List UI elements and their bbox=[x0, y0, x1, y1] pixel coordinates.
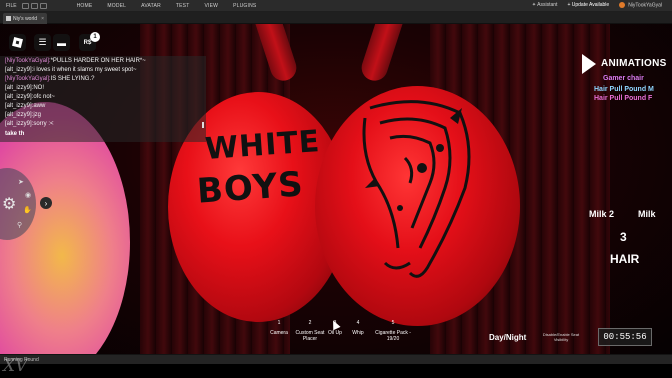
three-button[interactable]: 3 bbox=[620, 230, 627, 244]
menu-view[interactable]: VIEW bbox=[204, 3, 218, 9]
chat-icon: ▬ bbox=[57, 37, 66, 48]
chat-message: [alt_izzy9]:NO! bbox=[5, 85, 44, 91]
assistant-button[interactable]: Assistant bbox=[532, 2, 557, 8]
play-icon[interactable] bbox=[582, 54, 596, 74]
watermark-logo: XV bbox=[3, 356, 28, 376]
user-menu[interactable]: NiyTookYaGyal bbox=[619, 2, 662, 9]
chat-scrollbar[interactable] bbox=[202, 122, 204, 128]
hotbar-slot-whip[interactable]: 4 Whip bbox=[343, 320, 373, 336]
milk-button[interactable]: Milk bbox=[638, 209, 656, 219]
hotbar-slot-cigarette-pack[interactable]: 5 Cigarette Pack - 19/20 bbox=[370, 320, 416, 342]
decal-text-line2: BOYS bbox=[195, 164, 305, 212]
animation-item-gamer-chair[interactable]: Gamer chair bbox=[603, 75, 644, 82]
chat-text: [alt_izzy9]:i loves it when it slams my … bbox=[5, 67, 137, 73]
chat-message: [alt_izzy9]:aww bbox=[5, 103, 45, 109]
animations-title[interactable]: ANIMATIONS bbox=[601, 58, 667, 69]
menu-model[interactable]: MODEL bbox=[107, 3, 126, 9]
roblox-logo-icon bbox=[12, 37, 23, 48]
menu-button[interactable]: ☰ bbox=[34, 34, 51, 51]
day-night-button[interactable]: Day/Night bbox=[489, 333, 526, 342]
tab-title: Niy's world bbox=[13, 15, 38, 22]
chat-message: [NiyTookYaGyal]:*PULLS HARDER ON HER HAI… bbox=[5, 58, 146, 64]
chat-toggle-button[interactable]: ▬ bbox=[53, 34, 70, 51]
slot-number: 5 bbox=[391, 320, 395, 326]
menu-test[interactable]: TEST bbox=[176, 3, 190, 9]
gear-icon[interactable]: ⚙ bbox=[2, 194, 16, 214]
hair-button[interactable]: HAIR bbox=[610, 252, 639, 266]
user-name: NiyTookYaGyal bbox=[628, 2, 662, 9]
session-timer: 00:55:56 bbox=[598, 328, 652, 346]
chat-message: [alt_izzy9]:jzg bbox=[5, 112, 41, 118]
menu-avatar[interactable]: AVATAR bbox=[141, 3, 161, 9]
quick-access-toolbar bbox=[21, 2, 47, 9]
robux-icon: R$ bbox=[83, 39, 92, 46]
chat-author: [NiyTookYaGyal]: bbox=[5, 76, 51, 82]
menubar-right: Assistant Update Available NiyTookYaGyal bbox=[532, 2, 672, 9]
chat-text: [alt_izzy9]:ofc not~ bbox=[5, 94, 55, 100]
cursor-icon[interactable]: ➤ bbox=[18, 178, 24, 186]
update-available-button[interactable]: Update Available bbox=[567, 2, 609, 8]
undo-icon[interactable] bbox=[30, 2, 38, 9]
document-tabbar: Niy's world × bbox=[0, 12, 672, 24]
walk-icon[interactable]: ⚲ bbox=[17, 221, 22, 229]
chat-message: [alt_izzy9]:ofc not~ bbox=[5, 94, 55, 100]
menu-file[interactable]: FILE bbox=[0, 3, 22, 9]
chat-text: [alt_izzy9]:jzg bbox=[5, 112, 42, 118]
studio-menubar: FILE HOME MODEL AVATAR TEST VIEW PLUGINS… bbox=[0, 0, 672, 12]
chat-text: [alt_izzy9]:aww bbox=[5, 103, 46, 109]
seat-visibility-toggle[interactable]: Disable/Enable Seat Visibility bbox=[538, 332, 584, 342]
notification-badge: 1 bbox=[90, 32, 100, 42]
roblox-menu-button[interactable] bbox=[9, 34, 26, 51]
menu-icon: ☰ bbox=[38, 37, 47, 47]
place-icon bbox=[6, 16, 11, 21]
chat-text: [alt_izzy9]:NO! bbox=[5, 85, 45, 91]
chat-text: IS SHE LYING.? bbox=[50, 76, 95, 82]
strap-right bbox=[358, 24, 408, 85]
chat-message: [NiyTookYaGyal]:IS SHE LYING.? bbox=[5, 76, 94, 82]
avatar bbox=[619, 2, 626, 9]
tribal-tattoo-decal bbox=[362, 100, 471, 278]
milk2-button[interactable]: Milk 2 bbox=[589, 209, 614, 219]
studio-statusbar: Running Round bbox=[0, 354, 672, 364]
chat-text: [alt_izzy9]:sorry :< bbox=[5, 121, 54, 127]
camera-icon[interactable]: ◉ bbox=[25, 191, 31, 199]
tab-place[interactable]: Niy's world × bbox=[3, 13, 47, 24]
redo-icon[interactable] bbox=[39, 2, 47, 9]
chat-author: [NiyTookYaGyal]: bbox=[5, 58, 51, 64]
chat-text: *PULLS HARDER ON HER HAIR*~ bbox=[50, 58, 146, 64]
animation-item-hair-pull-m[interactable]: Hair Pull Pound M bbox=[594, 86, 654, 93]
chat-message: [alt_izzy9]:i loves it when it slams my … bbox=[5, 67, 137, 73]
menu-plugins[interactable]: PLUGINS bbox=[233, 3, 256, 9]
slot-label: Cigarette Pack - 19/20 bbox=[375, 330, 411, 342]
chat-message: [alt_izzy9]:sorry :< bbox=[5, 121, 54, 127]
save-icon[interactable] bbox=[21, 2, 29, 9]
slot-number: 4 bbox=[356, 320, 360, 326]
menu-home[interactable]: HOME bbox=[77, 3, 93, 9]
hand-icon[interactable]: ✋ bbox=[23, 206, 32, 214]
slot-label: Whip bbox=[352, 330, 364, 336]
chat-input[interactable]: take th bbox=[5, 131, 24, 137]
close-icon[interactable]: × bbox=[41, 16, 44, 22]
chevron-right-icon[interactable]: › bbox=[40, 197, 52, 209]
animation-item-hair-pull-f[interactable]: Hair Pull Pound F bbox=[594, 95, 652, 102]
